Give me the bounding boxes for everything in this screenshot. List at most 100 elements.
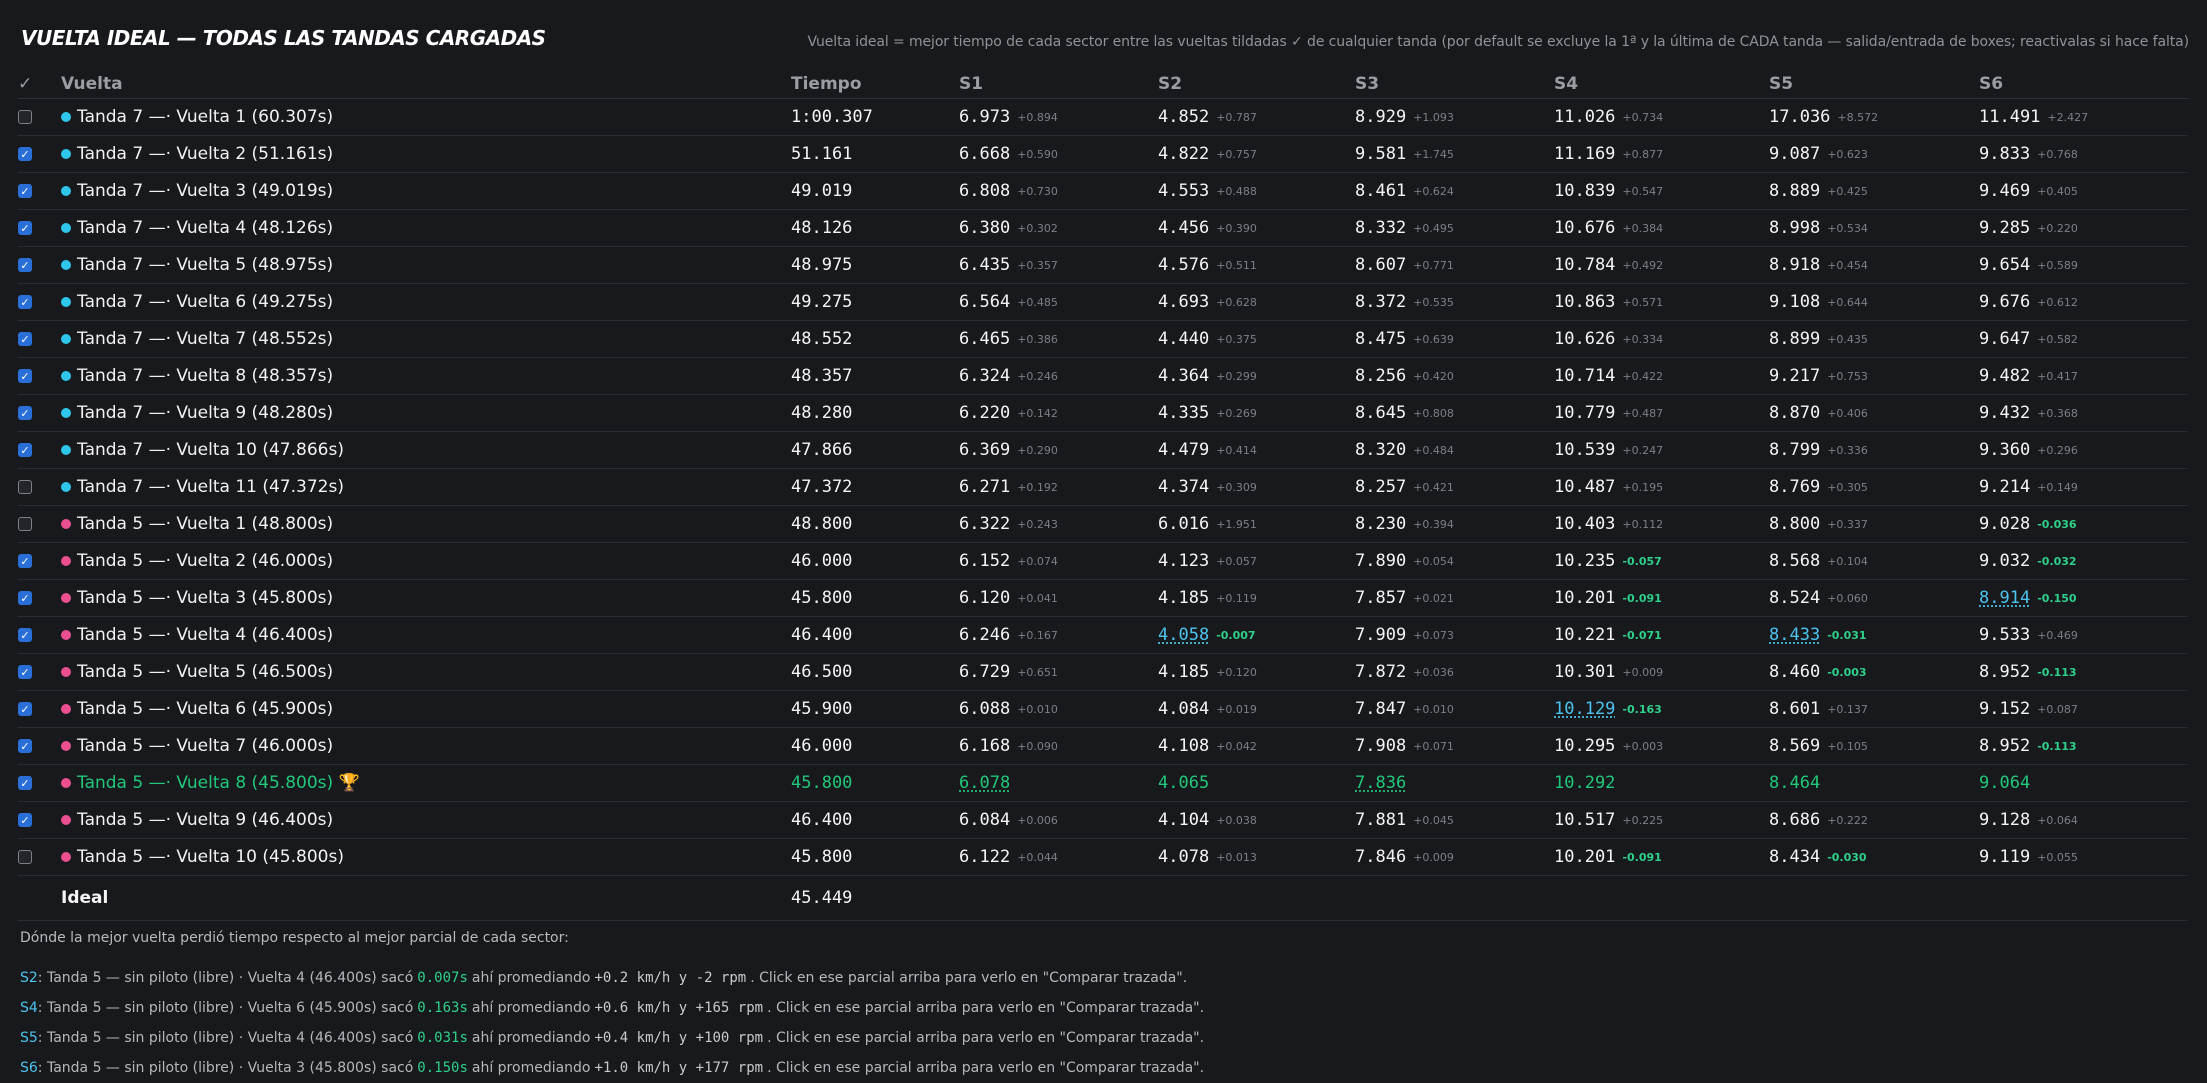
lap-checkbox[interactable] xyxy=(18,110,32,124)
sector-time[interactable]: 8.461 xyxy=(1355,181,1406,201)
sector-s5-cell[interactable]: 8.899 +0.435 xyxy=(1769,321,1868,357)
sector-time[interactable]: 4.440 xyxy=(1158,329,1209,349)
sector-time[interactable]: 10.235 xyxy=(1554,551,1615,571)
sector-s2-cell[interactable]: 4.374 +0.309 xyxy=(1158,469,1257,505)
sector-time[interactable]: 8.256 xyxy=(1355,366,1406,386)
sector-time[interactable]: 8.899 xyxy=(1769,329,1820,349)
note-sector[interactable]: S2 xyxy=(20,970,38,986)
sector-time[interactable]: 4.852 xyxy=(1158,107,1209,127)
sector-time[interactable]: 6.246 xyxy=(959,625,1010,645)
sector-s1-cell[interactable]: 6.088 +0.010 xyxy=(959,691,1058,727)
sector-s6-cell[interactable]: 9.469 +0.405 xyxy=(1979,173,2078,209)
sector-time[interactable]: 6.016 xyxy=(1158,514,1209,534)
sector-time[interactable]: 9.152 xyxy=(1979,699,2030,719)
sector-time[interactable]: 4.693 xyxy=(1158,292,1209,312)
sector-s1-cell[interactable]: 6.220 +0.142 xyxy=(959,395,1058,431)
sector-time[interactable]: 4.123 xyxy=(1158,551,1209,571)
sector-time[interactable]: 7.908 xyxy=(1355,736,1406,756)
sector-s6-cell[interactable]: 9.152 +0.087 xyxy=(1979,691,2078,727)
sector-s5-cell[interactable]: 8.464 xyxy=(1769,765,1820,801)
sector-time[interactable]: 9.217 xyxy=(1769,366,1820,386)
sector-time[interactable]: 6.435 xyxy=(959,255,1010,275)
lap-cell[interactable]: Tanda 7 —· Vuelta 8 (48.357s) xyxy=(61,358,333,394)
sector-s5-cell[interactable]: 9.087 +0.623 xyxy=(1769,136,1868,172)
sector-time[interactable]: 9.108 xyxy=(1769,292,1820,312)
sector-s4-cell[interactable]: 10.784 +0.492 xyxy=(1554,247,1663,283)
sector-s5-cell[interactable]: 8.433 -0.031 xyxy=(1769,617,1867,653)
sector-s2-cell[interactable]: 4.185 +0.120 xyxy=(1158,654,1257,690)
sector-s6-cell[interactable]: 8.914 -0.150 xyxy=(1979,580,2077,616)
sector-time[interactable]: 10.201 xyxy=(1554,847,1615,867)
sector-s6-cell[interactable]: 9.533 +0.469 xyxy=(1979,617,2078,653)
sector-time[interactable]: 4.479 xyxy=(1158,440,1209,460)
sector-s5-cell[interactable]: 17.036 +8.572 xyxy=(1769,99,1878,135)
sector-time[interactable]: 4.185 xyxy=(1158,662,1209,682)
sector-s2-cell[interactable]: 4.364 +0.299 xyxy=(1158,358,1257,394)
sector-time[interactable]: 6.322 xyxy=(959,514,1010,534)
sector-s5-cell[interactable]: 8.769 +0.305 xyxy=(1769,469,1868,505)
sector-time[interactable]: 4.374 xyxy=(1158,477,1209,497)
sector-s4-cell[interactable]: 10.839 +0.547 xyxy=(1554,173,1663,209)
sector-s3-cell[interactable]: 7.909 +0.073 xyxy=(1355,617,1454,653)
sector-s3-cell[interactable]: 7.881 +0.045 xyxy=(1355,802,1454,838)
sector-time[interactable]: 8.524 xyxy=(1769,588,1820,608)
sector-time[interactable]: 6.120 xyxy=(959,588,1010,608)
sector-s1-cell[interactable]: 6.120 +0.041 xyxy=(959,580,1058,616)
lap-checkbox[interactable]: ✓ xyxy=(18,147,32,161)
sector-time[interactable]: 8.230 xyxy=(1355,514,1406,534)
sector-s3-cell[interactable]: 7.872 +0.036 xyxy=(1355,654,1454,690)
sector-time[interactable]: 8.769 xyxy=(1769,477,1820,497)
sector-time[interactable]: 4.084 xyxy=(1158,699,1209,719)
sector-s3-cell[interactable]: 8.645 +0.808 xyxy=(1355,395,1454,431)
sector-time[interactable]: 6.564 xyxy=(959,292,1010,312)
lap-checkbox[interactable] xyxy=(18,480,32,494)
sector-time[interactable]: 6.122 xyxy=(959,847,1010,867)
lap-checkbox[interactable]: ✓ xyxy=(18,628,32,642)
lap-cell[interactable]: Tanda 7 —· Vuelta 6 (49.275s) xyxy=(61,284,333,320)
lap-checkbox[interactable]: ✓ xyxy=(18,665,32,679)
sector-time[interactable]: 8.929 xyxy=(1355,107,1406,127)
sector-s1-cell[interactable]: 6.369 +0.290 xyxy=(959,432,1058,468)
sector-s6-cell[interactable]: 8.952 -0.113 xyxy=(1979,654,2077,690)
sector-s3-cell[interactable]: 8.320 +0.484 xyxy=(1355,432,1454,468)
sector-s6-cell[interactable]: 9.119 +0.055 xyxy=(1979,839,2078,875)
sector-time[interactable]: 8.569 xyxy=(1769,736,1820,756)
sector-s4-cell[interactable]: 10.676 +0.384 xyxy=(1554,210,1663,246)
sector-time[interactable]: 10.292 xyxy=(1554,773,1615,793)
sector-s2-cell[interactable]: 4.852 +0.787 xyxy=(1158,99,1257,135)
sector-time[interactable]: 4.822 xyxy=(1158,144,1209,164)
lap-checkbox[interactable]: ✓ xyxy=(18,258,32,272)
sector-s4-cell[interactable]: 10.201 -0.091 xyxy=(1554,580,1662,616)
sector-time[interactable]: 9.214 xyxy=(1979,477,2030,497)
note-sector[interactable]: S4 xyxy=(20,1000,38,1016)
sector-time[interactable]: 10.626 xyxy=(1554,329,1615,349)
sector-time[interactable]: 8.607 xyxy=(1355,255,1406,275)
sector-s6-cell[interactable]: 9.432 +0.368 xyxy=(1979,395,2078,431)
sector-s1-cell[interactable]: 6.271 +0.192 xyxy=(959,469,1058,505)
sector-time[interactable]: 6.729 xyxy=(959,662,1010,682)
note-sector[interactable]: S6 xyxy=(20,1060,38,1076)
lap-cell[interactable]: Tanda 5 —· Vuelta 1 (48.800s) xyxy=(61,506,333,542)
sector-s1-cell[interactable]: 6.465 +0.386 xyxy=(959,321,1058,357)
lap-checkbox[interactable]: ✓ xyxy=(18,406,32,420)
sector-time[interactable]: 6.324 xyxy=(959,366,1010,386)
sector-s6-cell[interactable]: 9.214 +0.149 xyxy=(1979,469,2078,505)
sector-s3-cell[interactable]: 8.929 +1.093 xyxy=(1355,99,1454,135)
sector-time[interactable]: 7.872 xyxy=(1355,662,1406,682)
sector-time[interactable]: 10.301 xyxy=(1554,662,1615,682)
sector-s1-cell[interactable]: 6.078 xyxy=(959,765,1010,801)
sector-time[interactable]: 9.360 xyxy=(1979,440,2030,460)
sector-time[interactable]: 17.036 xyxy=(1769,107,1830,127)
sector-time[interactable]: 6.168 xyxy=(959,736,1010,756)
sector-s1-cell[interactable]: 6.564 +0.485 xyxy=(959,284,1058,320)
sector-time[interactable]: 9.128 xyxy=(1979,810,2030,830)
sector-time[interactable]: 10.487 xyxy=(1554,477,1615,497)
sector-s4-cell[interactable]: 11.026 +0.734 xyxy=(1554,99,1663,135)
sector-time[interactable]: 7.847 xyxy=(1355,699,1406,719)
sector-time[interactable]: 9.119 xyxy=(1979,847,2030,867)
sector-s5-cell[interactable]: 8.601 +0.137 xyxy=(1769,691,1868,727)
sector-s2-cell[interactable]: 4.440 +0.375 xyxy=(1158,321,1257,357)
sector-s2-cell[interactable]: 4.123 +0.057 xyxy=(1158,543,1257,579)
sector-time[interactable]: 8.870 xyxy=(1769,403,1820,423)
sector-time[interactable]: 4.104 xyxy=(1158,810,1209,830)
